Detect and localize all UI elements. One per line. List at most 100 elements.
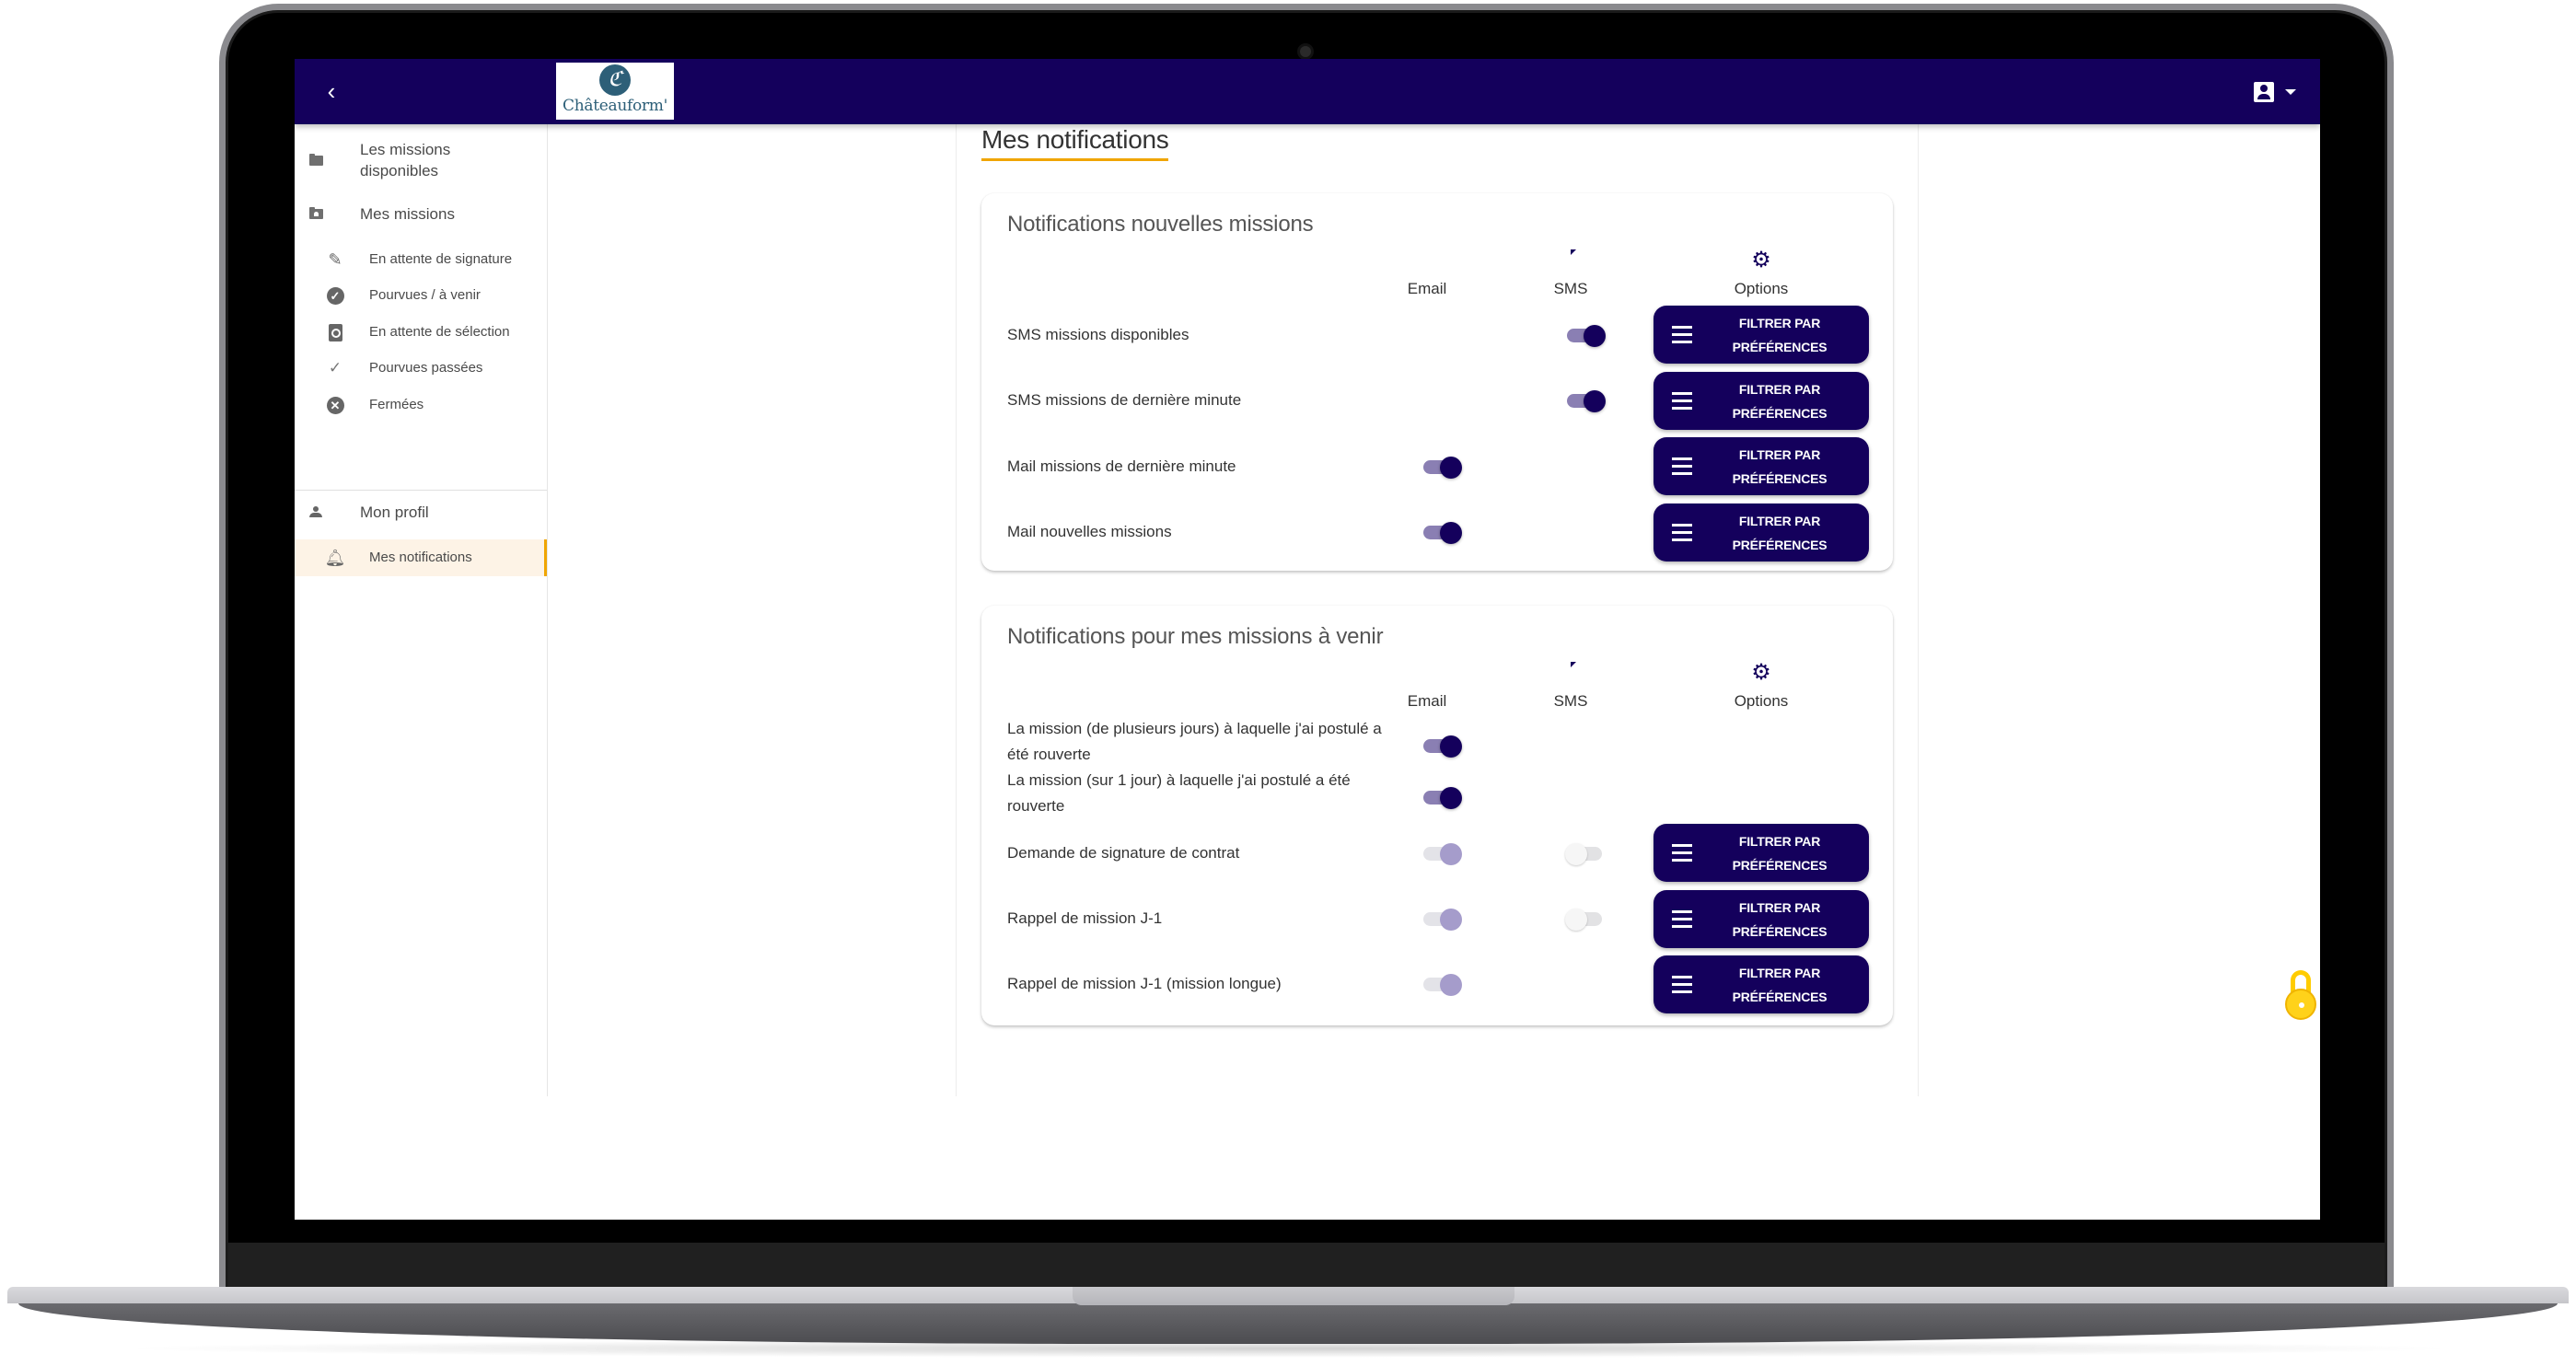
logo-text: Châteauform' — [563, 97, 667, 115]
webcam — [1300, 46, 1311, 57]
cookie-consent-button[interactable] — [2283, 970, 2320, 1025]
column-label: Email — [1407, 280, 1447, 297]
sidebar-item-mes-missions[interactable]: Mes missions — [295, 198, 547, 229]
sms-toggle[interactable] — [1565, 322, 1607, 348]
column-header-sms: SMS — [1515, 663, 1626, 711]
gear-icon: ⚙ — [1751, 660, 1771, 685]
sidebar-item-pourvues-a-venir[interactable]: ✓ Pourvues / à venir — [295, 282, 547, 309]
sms-toggle[interactable] — [1565, 388, 1607, 413]
chateauform-logo[interactable]: ℭ Châteauform' — [556, 63, 674, 120]
button-label: FILTRER PAR PRÉFÉRENCES — [1732, 382, 1828, 421]
notification-row-label: Mail nouvelles missions — [1007, 523, 1172, 540]
column-header-options: ⚙ Options — [1706, 660, 1816, 711]
sidebar-item-label: En attente de signature — [369, 251, 513, 267]
column-label: Options — [1734, 692, 1789, 710]
email-toggle-disabled[interactable] — [1421, 971, 1464, 997]
button-label: FILTRER PAR PRÉFÉRENCES — [1732, 834, 1828, 873]
column-header-options: ⚙ Options — [1706, 248, 1816, 298]
email-toggle[interactable] — [1421, 519, 1464, 545]
app-screen: ‹ ℭ Châteauform' Les missions disponible… — [295, 59, 2320, 1220]
email-icon — [1372, 663, 1482, 683]
sms-toggle-disabled[interactable] — [1565, 906, 1607, 932]
notification-row-label: Mail missions de dernière minute — [1007, 457, 1236, 475]
email-toggle[interactable] — [1421, 733, 1464, 758]
sidebar-item-fermees[interactable]: ✕ Fermées — [295, 391, 547, 419]
section-title: Notifications pour mes missions à venir — [1007, 624, 1384, 649]
email-toggle[interactable] — [1421, 784, 1464, 810]
sidebar-item-label: Mon profil — [360, 504, 429, 521]
filter-preferences-button[interactable]: FILTRER PAR PRÉFÉRENCES — [1654, 306, 1869, 364]
laptop-chin — [228, 1243, 2385, 1289]
filter-preferences-button[interactable]: FILTRER PAR PRÉFÉRENCES — [1654, 890, 1869, 948]
filter-preferences-button[interactable]: FILTRER PAR PRÉFÉRENCES — [1654, 437, 1869, 495]
filter-preferences-button[interactable]: FILTRER PAR PRÉFÉRENCES — [1654, 955, 1869, 1013]
sidebar-item-attente-signature[interactable]: ✎ En attente de signature — [295, 246, 547, 273]
sidebar-item-label: Pourvues / à venir — [369, 287, 481, 303]
folder-shared-icon — [306, 203, 326, 224]
page-title: Mes notifications — [981, 123, 1169, 161]
section-title: Notifications nouvelles missions — [1007, 212, 1314, 237]
sidebar-item-attente-selection[interactable]: En attente de sélection — [295, 318, 547, 346]
check-circle-icon: ✓ — [325, 285, 345, 306]
column-label: Options — [1734, 280, 1789, 297]
tune-icon — [1672, 974, 1692, 994]
notification-row-label: La mission (sur 1 jour) à laquelle j'ai … — [1007, 771, 1351, 815]
filter-preferences-button[interactable]: FILTRER PAR PRÉFÉRENCES — [1654, 504, 1869, 561]
notification-row-label: Rappel de mission J-1 — [1007, 909, 1163, 927]
cancel-icon: ✕ — [325, 395, 345, 415]
email-toggle-disabled[interactable] — [1421, 840, 1464, 866]
tune-icon — [1672, 522, 1692, 542]
content-column-right-border — [1918, 124, 1919, 1096]
notification-row-label: SMS missions de dernière minute — [1007, 391, 1242, 409]
logo-mark: ℭ — [599, 64, 631, 96]
button-label: FILTRER PAR PRÉFÉRENCES — [1732, 966, 1828, 1004]
button-label: FILTRER PAR PRÉFÉRENCES — [1732, 447, 1828, 486]
section-card-missions-a-venir: Notifications pour mes missions à venir … — [981, 606, 1893, 1025]
account-box-icon — [2254, 82, 2274, 102]
tune-icon — [1672, 390, 1692, 411]
laptop-notch — [1073, 1287, 1514, 1305]
sidebar-item-mes-notifications[interactable]: 🔔︎ Mes notifications — [295, 539, 547, 576]
bell-icon: 🔔︎ — [324, 548, 346, 567]
notification-row-label: Demande de signature de contrat — [1007, 844, 1240, 862]
sidebar-item-label: Les missions disponibles — [360, 141, 451, 179]
section-card-nouvelles-missions: Notifications nouvelles missions Email S… — [981, 193, 1893, 571]
filter-preferences-button[interactable]: FILTRER PAR PRÉFÉRENCES — [1654, 824, 1869, 882]
column-header-sms: SMS — [1515, 250, 1626, 298]
sidebar-item-mon-profil[interactable]: Mon profil — [295, 494, 547, 529]
email-toggle[interactable] — [1421, 454, 1464, 480]
email-toggle-disabled[interactable] — [1421, 906, 1464, 932]
user-menu-button[interactable] — [2254, 77, 2296, 107]
back-button[interactable]: ‹ — [319, 79, 344, 105]
sidebar-item-missions-disponibles[interactable]: Les missions disponibles — [295, 137, 547, 183]
notification-row-label: SMS missions disponibles — [1007, 326, 1189, 343]
email-icon — [1372, 250, 1482, 271]
sidebar-item-label: Fermées — [369, 397, 424, 412]
tune-icon — [1672, 456, 1692, 476]
column-label: Email — [1407, 692, 1447, 710]
sms-icon — [1515, 250, 1626, 271]
column-header-email: Email — [1372, 663, 1482, 711]
filter-preferences-button[interactable]: FILTRER PAR PRÉFÉRENCES — [1654, 372, 1869, 430]
tune-icon — [1672, 909, 1692, 929]
sms-icon — [1515, 663, 1626, 683]
lemon-slice-icon — [2285, 989, 2316, 1020]
gear-icon: ⚙ — [1751, 248, 1771, 272]
sidebar-item-label: Mes notifications — [369, 550, 472, 565]
sidebar-item-label: Pourvues passées — [369, 360, 483, 376]
pencil-icon: ✎ — [328, 249, 342, 269]
sms-toggle-disabled[interactable] — [1565, 840, 1607, 866]
notification-row-label: La mission (de plusieurs jours) à laquel… — [1007, 720, 1382, 763]
chevron-left-icon: ‹ — [327, 77, 336, 105]
button-label: FILTRER PAR PRÉFÉRENCES — [1732, 514, 1828, 552]
column-header-email: Email — [1372, 250, 1482, 298]
sidebar-item-pourvues-passees[interactable]: ✓ Pourvues passées — [295, 354, 547, 382]
button-label: FILTRER PAR PRÉFÉRENCES — [1732, 316, 1828, 354]
sidebar-item-label: Mes missions — [360, 205, 455, 223]
app-header: ‹ ℭ Châteauform' — [295, 59, 2320, 124]
sidebar-item-label: En attente de sélection — [369, 324, 510, 340]
content-column-left-border — [956, 124, 957, 1096]
tune-icon — [1672, 324, 1692, 344]
caret-down-icon — [2285, 89, 2296, 95]
notification-row-label: Rappel de mission J-1 (mission longue) — [1007, 975, 1282, 992]
